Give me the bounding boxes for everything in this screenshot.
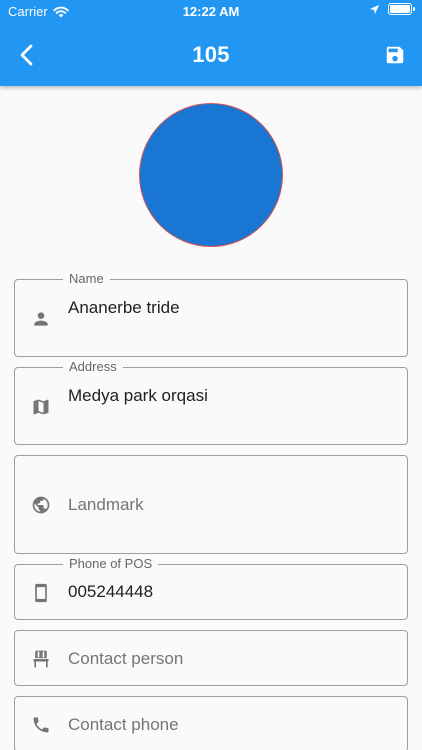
nav-bar: 105 [0,30,422,80]
name-label: Name [63,271,110,286]
chevron-left-icon [20,44,33,66]
phone-of-pos-field[interactable]: Phone of POS 005244448 [14,556,408,620]
phone-of-pos-value: 005244448 [68,582,154,601]
contact-phone-placeholder: Contact phone [68,715,179,734]
name-value: Ananerbe tride [68,298,180,317]
address-label: Address [63,359,123,374]
globe-icon [32,496,50,514]
status-time: 12:22 AM [182,4,240,19]
landmark-placeholder: Landmark [68,495,144,514]
address-field[interactable]: Address Medya park orqasi [14,359,408,445]
back-button[interactable] [10,38,44,72]
name-field[interactable]: Name Ananerbe tride [14,271,408,357]
page-title: 105 [192,42,230,67]
contact-phone-field[interactable]: Contact phone [14,696,408,750]
contact-person-placeholder: Contact person [68,649,184,668]
landmark-field[interactable]: Landmark [14,455,408,554]
save-icon [386,46,404,64]
avatar[interactable] [139,103,283,247]
phone-icon [33,717,49,733]
person-icon [34,312,48,326]
location-arrow-icon [369,4,380,14]
status-right [369,3,415,15]
battery-icon [388,3,415,15]
map-icon [33,399,49,415]
chair-icon [33,650,49,668]
status-bar: Carrier 12:22 AM [0,0,422,24]
smartphone-icon [35,583,47,603]
save-button[interactable] [378,38,412,72]
address-value: Medya park orqasi [68,386,208,405]
phone-of-pos-label: Phone of POS [63,556,159,571]
app-bar: Carrier 12:22 AM 105 [0,0,422,86]
contact-person-field[interactable]: Contact person [14,630,408,686]
